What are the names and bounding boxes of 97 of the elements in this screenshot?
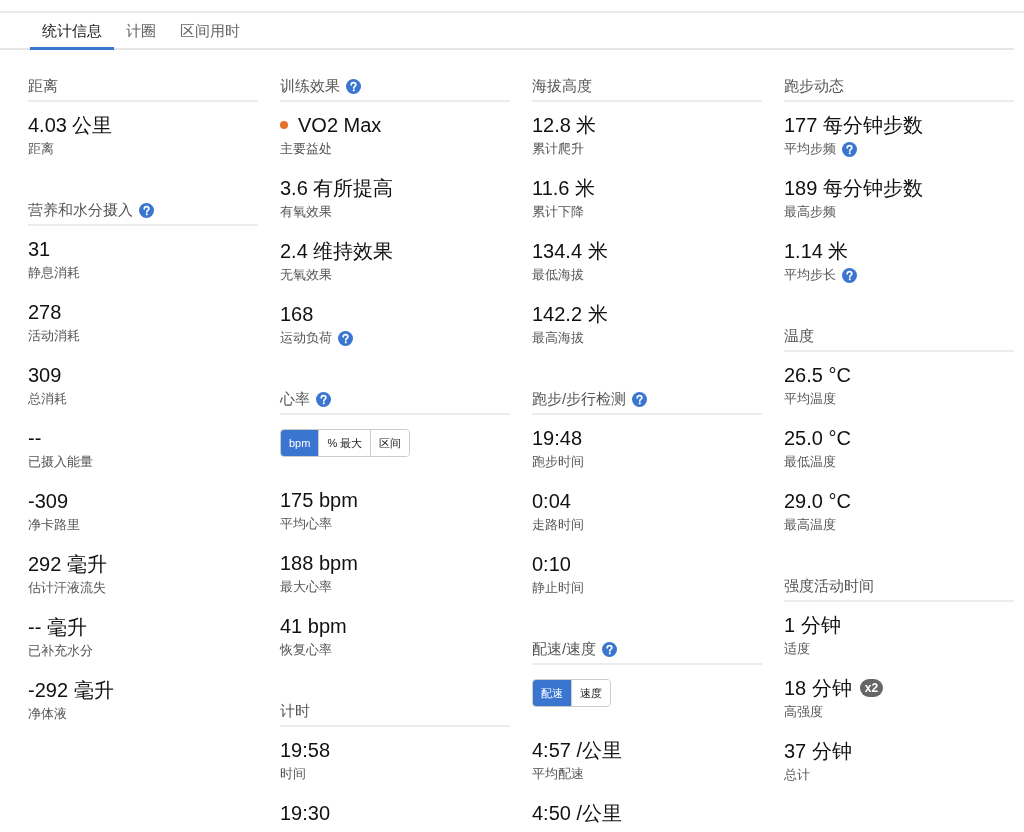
- stat-label: 平均配速: [532, 765, 584, 783]
- stat-label: 总计: [784, 766, 810, 784]
- stat-value: 25.0 °C: [784, 426, 851, 450]
- stat-value: 41 bpm: [280, 614, 347, 638]
- toggle-option[interactable]: 区间: [370, 430, 410, 456]
- toggle-option[interactable]: 速度: [571, 680, 610, 706]
- stat-label: 走路时间: [532, 516, 584, 534]
- stat-label: 总消耗: [28, 390, 67, 408]
- stat-value: --: [28, 426, 42, 450]
- section-title: 计时: [280, 701, 310, 721]
- tab[interactable]: 统计信息: [30, 20, 114, 50]
- stat-label: 无氧效果: [280, 266, 332, 284]
- stat-value: 189 每分钟步数: [784, 175, 923, 201]
- stat-value: 188 bpm: [280, 551, 358, 575]
- stat-label: 已摄入能量: [28, 453, 93, 471]
- stat-value: 278: [28, 300, 62, 324]
- stat-label: 最低温度: [784, 453, 836, 471]
- stat-value: 292 毫升: [28, 551, 107, 577]
- stat-label: 运动负荷: [280, 329, 332, 347]
- stat-value: 309: [28, 363, 62, 387]
- section-title: 跑步/步行检测: [532, 389, 627, 409]
- stat-value: 168: [280, 302, 314, 326]
- stat-label: 平均步长: [784, 266, 836, 284]
- help-icon[interactable]: [842, 141, 857, 157]
- stat-value: 37 分钟: [784, 738, 852, 764]
- stat-label: 静止时间: [532, 579, 584, 597]
- stat-value: 177 每分钟步数: [784, 112, 923, 138]
- stat-label: 最高温度: [784, 516, 836, 534]
- section-title: 心率: [280, 389, 310, 409]
- stat-label: 净卡路里: [28, 516, 80, 534]
- stat-label: 恢复心率: [280, 641, 332, 659]
- stat-value: -309: [28, 489, 69, 513]
- help-icon[interactable]: [842, 267, 857, 283]
- section-title: 配速/速度: [532, 639, 597, 659]
- stat-value: 18 分钟: [784, 675, 852, 701]
- tab[interactable]: 区间用时: [168, 20, 252, 50]
- stat-value: VO2 Max: [298, 113, 382, 137]
- tab[interactable]: 计圈: [114, 20, 168, 50]
- stat-label: 有氧效果: [280, 203, 332, 221]
- stat-value: -- 毫升: [28, 614, 87, 640]
- help-icon[interactable]: [316, 391, 331, 407]
- stat-value: -292 毫升: [28, 677, 114, 703]
- stat-label: 适度: [784, 640, 810, 658]
- stat-label: 累计爬升: [532, 140, 584, 158]
- stat-label: 平均心率: [280, 515, 332, 533]
- stat-value: 12.8 米: [532, 112, 597, 138]
- help-icon[interactable]: [602, 641, 618, 657]
- stat-value: 1 分钟: [784, 612, 841, 638]
- stat-label: 平均步频: [784, 140, 836, 158]
- toggle-option[interactable]: 配速: [533, 680, 571, 706]
- stat-label: 最高海拔: [532, 329, 584, 347]
- section-title: 海拔高度: [532, 76, 592, 96]
- stat-label: 最低海拔: [532, 266, 584, 284]
- stat-label: 活动消耗: [28, 327, 80, 345]
- stat-label: 时间: [280, 765, 306, 783]
- stat-value: 3.6 有所提高: [280, 175, 394, 201]
- help-icon[interactable]: [338, 330, 353, 346]
- help-icon[interactable]: [632, 391, 648, 407]
- stat-value: 4.03 公里: [28, 112, 113, 138]
- stat-label: 跑步时间: [532, 453, 584, 471]
- stat-value: 4:50 /公里: [532, 800, 623, 826]
- section-title: 训练效果: [280, 76, 340, 96]
- stat-label: 静息消耗: [28, 264, 80, 282]
- stat-label: 净体液: [28, 705, 67, 723]
- stat-label: 高强度: [784, 703, 823, 721]
- stat-label: 已补充水分: [28, 642, 93, 660]
- stat-value: 31: [28, 237, 51, 261]
- stat-value: 19:30: [280, 801, 331, 825]
- stat-value: 19:58: [280, 738, 331, 762]
- stat-value: 0:10: [532, 552, 571, 576]
- help-icon[interactable]: [346, 78, 361, 94]
- section-title: 强度活动时间: [784, 576, 874, 596]
- stat-value: 2.4 维持效果: [280, 238, 394, 264]
- stat-label: 最大心率: [280, 578, 332, 596]
- stat-label: 距离: [28, 140, 54, 158]
- stat-value: 29.0 °C: [784, 489, 851, 513]
- multiplier-badge: x2: [859, 679, 884, 697]
- stat-value: 19:48: [532, 426, 583, 450]
- section-title: 跑步动态: [784, 76, 844, 96]
- stat-label: 累计下降: [532, 203, 584, 221]
- stat-value: 134.4 米: [532, 238, 608, 264]
- stat-label: 最高步频: [784, 203, 836, 221]
- section-title: 营养和水分摄入: [28, 200, 133, 220]
- stat-value: 4:57 /公里: [532, 737, 623, 763]
- stat-value: 142.2 米: [532, 301, 608, 327]
- stat-label: 平均温度: [784, 390, 836, 408]
- section-title: 距离: [28, 76, 58, 96]
- toggle-option[interactable]: bpm: [281, 430, 319, 456]
- stat-value: 175 bpm: [280, 488, 358, 512]
- stat-value: 0:04: [532, 489, 571, 513]
- stat-value: 1.14 米: [784, 238, 849, 264]
- stat-value: 11.6 米: [532, 175, 595, 201]
- stat-label: 主要益处: [280, 140, 332, 158]
- help-icon[interactable]: [139, 202, 154, 218]
- stat-value: 26.5 °C: [784, 363, 851, 387]
- stat-label: 估计汗液流失: [28, 579, 106, 597]
- section-title: 温度: [784, 326, 814, 346]
